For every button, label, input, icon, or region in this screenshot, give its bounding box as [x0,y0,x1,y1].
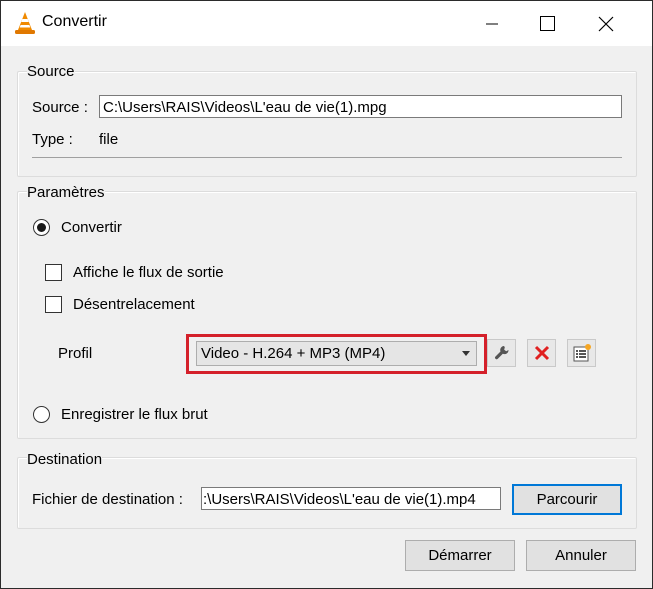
destination-file-label: Fichier de destination : [32,491,183,508]
type-label: Type : [32,131,73,148]
raw-dump-label[interactable]: Enregistrer le flux brut [61,406,208,423]
maximize-button[interactable] [524,1,570,46]
convert-dialog: Convertir Source Source : C:\Users\RAIS\… [0,0,653,589]
destination-path-input[interactable]: :\Users\RAIS\Videos\L'eau de vie(1).mp4 [201,487,501,510]
source-separator [32,157,622,158]
type-value: file [99,131,119,148]
vlc-cone-icon [15,12,35,34]
minimize-button[interactable] [469,1,515,46]
parameters-group-title: Paramètres [27,184,105,201]
minimize-icon [486,23,498,24]
dropdown-arrow-icon [462,351,470,356]
profile-selected-value: Video - H.264 + MP3 (MP4) [201,345,386,362]
show-output-label[interactable]: Affiche le flux de sortie [73,264,224,281]
title-bar: Convertir [1,1,652,46]
source-group [17,71,637,177]
profile-select[interactable]: Video - H.264 + MP3 (MP4) [196,341,477,366]
convert-radio[interactable] [33,219,50,236]
maximize-icon [539,16,555,31]
deinterlace-checkbox[interactable] [45,296,62,313]
edit-profile-button[interactable] [487,339,516,367]
show-output-checkbox[interactable] [45,264,62,281]
destination-group-title: Destination [27,451,103,468]
radio-selected-dot [37,223,46,232]
raw-dump-radio[interactable] [33,406,50,423]
deinterlace-label[interactable]: Désentrelacement [73,296,195,313]
source-group-title: Source [27,63,75,80]
cancel-button[interactable]: Annuler [526,540,636,571]
close-button[interactable] [583,1,629,46]
new-profile-icon [573,344,591,362]
delete-icon [534,345,549,361]
new-profile-button[interactable] [567,339,596,367]
convert-radio-label[interactable]: Convertir [61,219,122,236]
source-path-input[interactable]: C:\Users\RAIS\Videos\L'eau de vie(1).mpg [99,95,622,118]
start-button[interactable]: Démarrer [405,540,515,571]
browse-button[interactable]: Parcourir [512,484,622,515]
source-label: Source : [32,99,88,116]
close-icon [598,16,614,31]
delete-profile-button[interactable] [527,339,556,367]
wrench-icon [494,346,509,360]
profile-label: Profil [58,345,93,362]
window-title: Convertir [42,13,107,30]
